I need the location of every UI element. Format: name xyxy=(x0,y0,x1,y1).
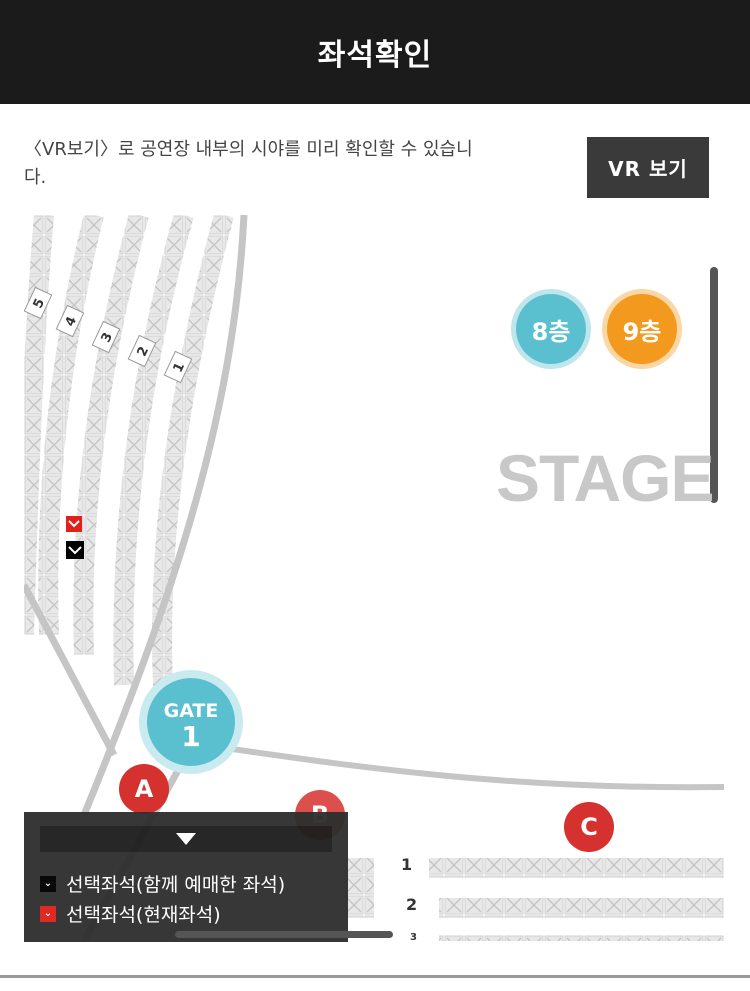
section-c-marker: C xyxy=(564,802,614,852)
gate-number: 1 xyxy=(181,720,201,753)
partial-seat-block xyxy=(344,858,374,918)
page-title: 좌석확인 xyxy=(317,38,433,73)
aisle-line-diagonal xyxy=(24,583,118,757)
legend-item-current: ⌄ 선택좌석(현재좌석) xyxy=(40,900,221,927)
legend-collapse-toggle[interactable] xyxy=(40,826,332,852)
header-bar: 좌석확인 xyxy=(0,0,750,104)
caret-down-icon xyxy=(176,833,196,845)
selected-seat-companion[interactable] xyxy=(66,541,84,559)
bottom-divider xyxy=(0,975,750,978)
floor-8-button[interactable]: 8층 xyxy=(516,294,586,364)
side-seating-arcs: 54321 xyxy=(24,215,234,706)
gate-label: GATE xyxy=(163,700,219,722)
check-chevron-icon: ⌄ xyxy=(40,875,56,892)
stage-label: STAGE xyxy=(496,441,714,515)
seat-legend-panel: ⌄ 선택좌석(함께 예매한 좌석) ⌄ 선택좌석(현재좌석) xyxy=(24,812,348,942)
front-seat-row-3 xyxy=(439,935,724,941)
selected-seat-current[interactable] xyxy=(66,516,82,532)
vr-description: 〈VR보기〉로 공연장 내부의 시야를 미리 확인할 수 있습니다. xyxy=(24,139,473,188)
front-row-number: 3 xyxy=(410,932,417,943)
vr-view-button[interactable]: VR 보기 xyxy=(587,137,709,198)
legend-label: 선택좌석(함께 예매한 좌석) xyxy=(66,874,286,896)
stage-edge-curve xyxy=(203,742,724,791)
legend-label: 선택좌석(현재좌석) xyxy=(66,904,221,926)
check-chevron-icon: ⌄ xyxy=(40,905,56,922)
section-a-marker: A xyxy=(119,764,169,814)
gate-1-marker: GATE 1 xyxy=(147,678,235,766)
horizontal-scrollbar[interactable] xyxy=(175,931,393,938)
legend-item-companion: ⌄ 선택좌석(함께 예매한 좌석) xyxy=(40,870,285,897)
front-seat-row-1 xyxy=(429,858,724,878)
front-row-number: 1 xyxy=(401,855,413,874)
floor-9-button[interactable]: 9층 xyxy=(607,294,677,364)
front-row-number: 2 xyxy=(406,895,418,914)
front-seat-row-2 xyxy=(439,898,724,918)
